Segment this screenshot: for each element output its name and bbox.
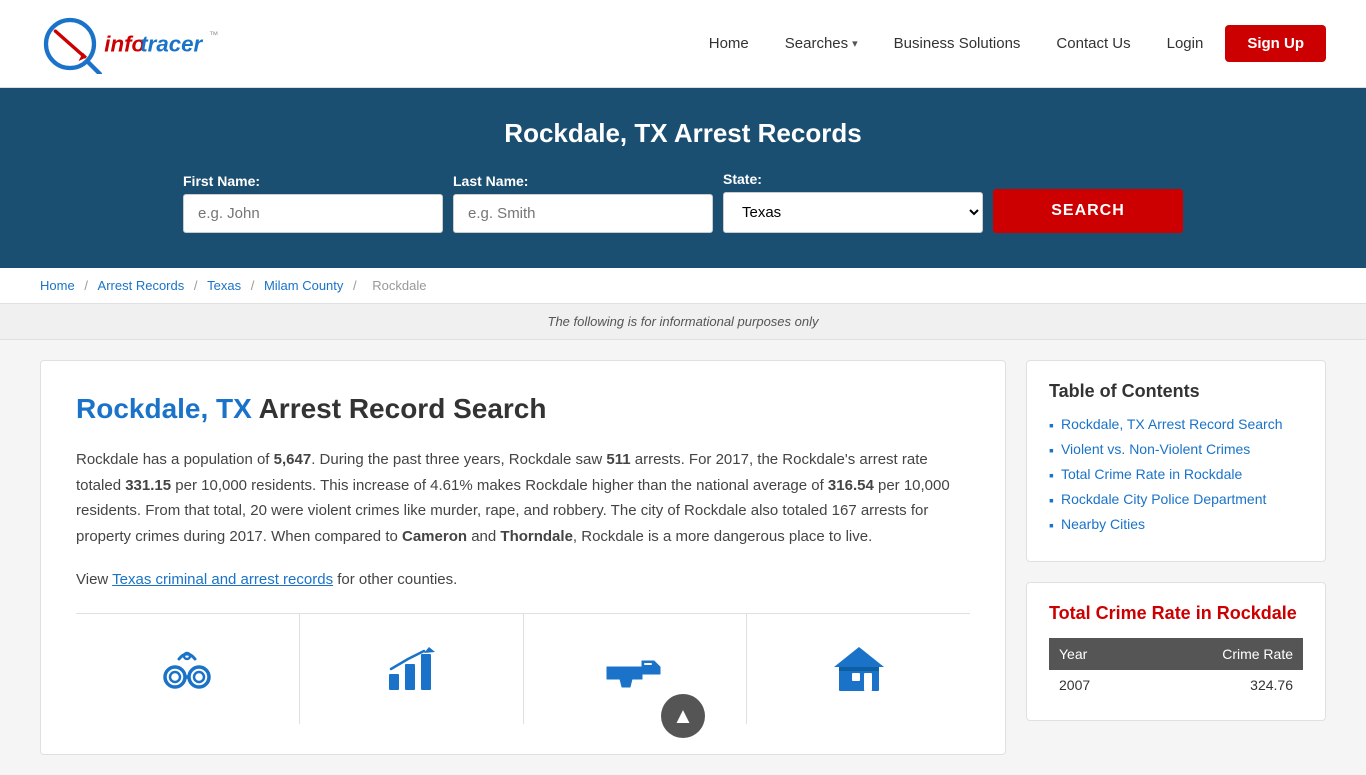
logo[interactable]: info tracer ™	[40, 14, 229, 74]
search-form: First Name: Last Name: State: AlabamaAla…	[183, 171, 1183, 233]
signup-button[interactable]: Sign Up	[1225, 25, 1326, 62]
site-header: info tracer ™ Home Searches ▾ Business S…	[0, 0, 1366, 88]
house-icon-cell	[747, 614, 970, 724]
nav-home[interactable]: Home	[695, 27, 763, 60]
toc-title: Table of Contents	[1049, 381, 1303, 402]
toc-list: Rockdale, TX Arrest Record Search Violent…	[1049, 416, 1303, 533]
last-name-input[interactable]	[453, 194, 713, 233]
gun-icon-cell	[524, 614, 748, 724]
table-row: 2007324.76	[1049, 670, 1303, 700]
breadcrumb-arrest-records[interactable]: Arrest Records	[98, 278, 185, 293]
title-suffix: Arrest Record Search	[259, 393, 547, 424]
gun-icon	[602, 639, 667, 699]
chevron-up-icon: ▲	[672, 705, 694, 727]
nav-contact[interactable]: Contact Us	[1042, 27, 1144, 60]
chevron-down-icon: ▾	[852, 37, 858, 50]
crime-rate-box: Total Crime Rate in Rockdale Year Crime …	[1026, 582, 1326, 721]
nav-searches[interactable]: Searches ▾	[771, 27, 872, 60]
breadcrumb-milam-county[interactable]: Milam County	[264, 278, 343, 293]
page-title: Rockdale, TX Arrest Record Search	[76, 391, 970, 427]
page-description: Rockdale has a population of 5,647. Duri…	[76, 447, 970, 549]
svg-text:™: ™	[209, 29, 218, 40]
content-area: Rockdale, TX Arrest Record Search Rockda…	[40, 360, 1006, 755]
toc-item: Rockdale, TX Arrest Record Search	[1049, 416, 1303, 433]
handcuffs-icon	[157, 639, 217, 699]
title-city: Rockdale	[76, 393, 201, 424]
arrests-icon-cell	[76, 614, 300, 724]
col-year: Year	[1049, 638, 1141, 670]
hero-title: Rockdale, TX Arrest Records	[40, 118, 1326, 149]
login-button[interactable]: Login	[1153, 27, 1218, 60]
stats-icons-row	[76, 613, 970, 724]
chart-icon	[381, 639, 441, 699]
state-label: State:	[723, 171, 983, 187]
svg-text:info: info	[104, 31, 145, 56]
col-rate: Crime Rate	[1141, 638, 1303, 670]
breadcrumb-current: Rockdale	[372, 278, 426, 293]
nav-business[interactable]: Business Solutions	[880, 27, 1035, 60]
first-name-group: First Name:	[183, 173, 443, 233]
view-records-line: View Texas criminal and arrest records f…	[76, 567, 970, 593]
breadcrumb: Home / Arrest Records / Texas / Milam Co…	[0, 268, 1366, 304]
main-nav: Home Searches ▾ Business Solutions Conta…	[695, 25, 1326, 62]
texas-records-link[interactable]: Texas criminal and arrest records	[112, 571, 333, 588]
crime-rate-table: Year Crime Rate 2007324.76	[1049, 638, 1303, 700]
scroll-to-top-button[interactable]: ▲	[661, 694, 705, 738]
sidebar: Table of Contents Rockdale, TX Arrest Re…	[1026, 360, 1326, 755]
toc-box: Table of Contents Rockdale, TX Arrest Re…	[1026, 360, 1326, 562]
state-group: State: AlabamaAlaskaArizonaArkansasCalif…	[723, 171, 983, 233]
first-name-label: First Name:	[183, 173, 443, 189]
first-name-input[interactable]	[183, 194, 443, 233]
toc-item: Total Crime Rate in Rockdale	[1049, 466, 1303, 483]
info-banner: The following is for informational purpo…	[0, 304, 1366, 340]
toc-item: Nearby Cities	[1049, 516, 1303, 533]
last-name-group: Last Name:	[453, 173, 713, 233]
state-select[interactable]: AlabamaAlaskaArizonaArkansasCaliforniaCo…	[723, 192, 983, 233]
hero-section: Rockdale, TX Arrest Records First Name: …	[0, 88, 1366, 268]
breadcrumb-texas[interactable]: Texas	[207, 278, 241, 293]
breadcrumb-home[interactable]: Home	[40, 278, 75, 293]
last-name-label: Last Name:	[453, 173, 713, 189]
house-icon	[829, 639, 889, 699]
toc-item: Rockdale City Police Department	[1049, 491, 1303, 508]
toc-item: Violent vs. Non-Violent Crimes	[1049, 441, 1303, 458]
crime-rate-title: Total Crime Rate in Rockdale	[1049, 603, 1303, 624]
crime-rate-icon-cell	[300, 614, 524, 724]
title-state: , TX	[201, 393, 259, 424]
search-button[interactable]: SEARCH	[993, 189, 1183, 233]
svg-text:tracer: tracer	[140, 31, 203, 56]
